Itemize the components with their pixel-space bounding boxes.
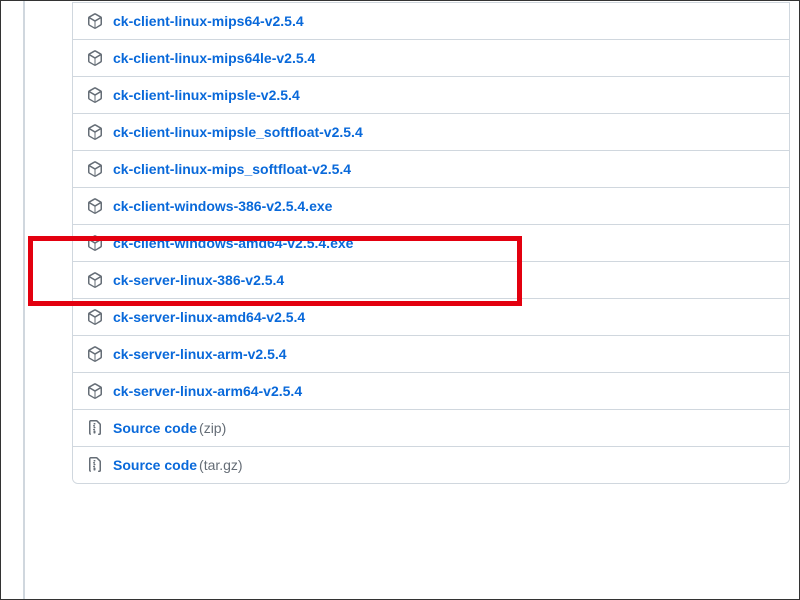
- asset-link[interactable]: ck-client-linux-mipsle_softfloat-v2.5.4: [113, 124, 363, 140]
- package-icon: [87, 272, 103, 288]
- package-icon: [87, 235, 103, 251]
- package-icon: [87, 309, 103, 325]
- asset-row: ck-server-linux-arm-v2.5.4: [73, 335, 789, 372]
- asset-link[interactable]: ck-server-linux-arm-v2.5.4: [113, 346, 287, 362]
- release-assets-container: ck-client-linux-mips64-v2.5.4 ck-client-l…: [0, 0, 800, 484]
- asset-link[interactable]: ck-server-linux-386-v2.5.4: [113, 272, 284, 288]
- asset-link[interactable]: ck-server-linux-arm64-v2.5.4: [113, 383, 302, 399]
- asset-suffix: (zip): [199, 420, 226, 436]
- asset-row: ck-server-linux-amd64-v2.5.4: [73, 298, 789, 335]
- asset-row: ck-client-windows-amd64-v2.5.4.exe: [73, 224, 789, 261]
- asset-link[interactable]: Source code: [113, 420, 197, 436]
- package-icon: [87, 383, 103, 399]
- package-icon: [87, 161, 103, 177]
- package-icon: [87, 346, 103, 362]
- asset-row: Source code(zip): [73, 409, 789, 446]
- asset-row: Source code(tar.gz): [73, 446, 789, 483]
- asset-link[interactable]: ck-client-linux-mipsle-v2.5.4: [113, 87, 300, 103]
- asset-row: ck-client-linux-mips64le-v2.5.4: [73, 39, 789, 76]
- asset-row: ck-client-linux-mips64-v2.5.4: [73, 2, 789, 39]
- asset-link[interactable]: Source code: [113, 457, 197, 473]
- asset-link[interactable]: ck-client-linux-mips_softfloat-v2.5.4: [113, 161, 351, 177]
- package-icon: [87, 124, 103, 140]
- asset-link[interactable]: ck-client-windows-amd64-v2.5.4.exe: [113, 235, 353, 251]
- file-zip-icon: [87, 420, 103, 436]
- asset-link[interactable]: ck-client-linux-mips64le-v2.5.4: [113, 50, 315, 66]
- timeline-bar: [23, 0, 25, 600]
- asset-row: ck-client-linux-mipsle_softfloat-v2.5.4: [73, 113, 789, 150]
- package-icon: [87, 87, 103, 103]
- asset-row: ck-client-windows-386-v2.5.4.exe: [73, 187, 789, 224]
- asset-list: ck-client-linux-mips64-v2.5.4 ck-client-l…: [72, 2, 790, 484]
- asset-link[interactable]: ck-client-linux-mips64-v2.5.4: [113, 13, 304, 29]
- package-icon: [87, 13, 103, 29]
- asset-row: ck-client-linux-mipsle-v2.5.4: [73, 76, 789, 113]
- file-zip-icon: [87, 457, 103, 473]
- asset-link[interactable]: ck-client-windows-386-v2.5.4.exe: [113, 198, 332, 214]
- asset-link[interactable]: ck-server-linux-amd64-v2.5.4: [113, 309, 305, 325]
- asset-row: ck-client-linux-mips_softfloat-v2.5.4: [73, 150, 789, 187]
- asset-row: ck-server-linux-arm64-v2.5.4: [73, 372, 789, 409]
- package-icon: [87, 50, 103, 66]
- package-icon: [87, 198, 103, 214]
- asset-suffix: (tar.gz): [199, 457, 243, 473]
- asset-row: ck-server-linux-386-v2.5.4: [73, 261, 789, 298]
